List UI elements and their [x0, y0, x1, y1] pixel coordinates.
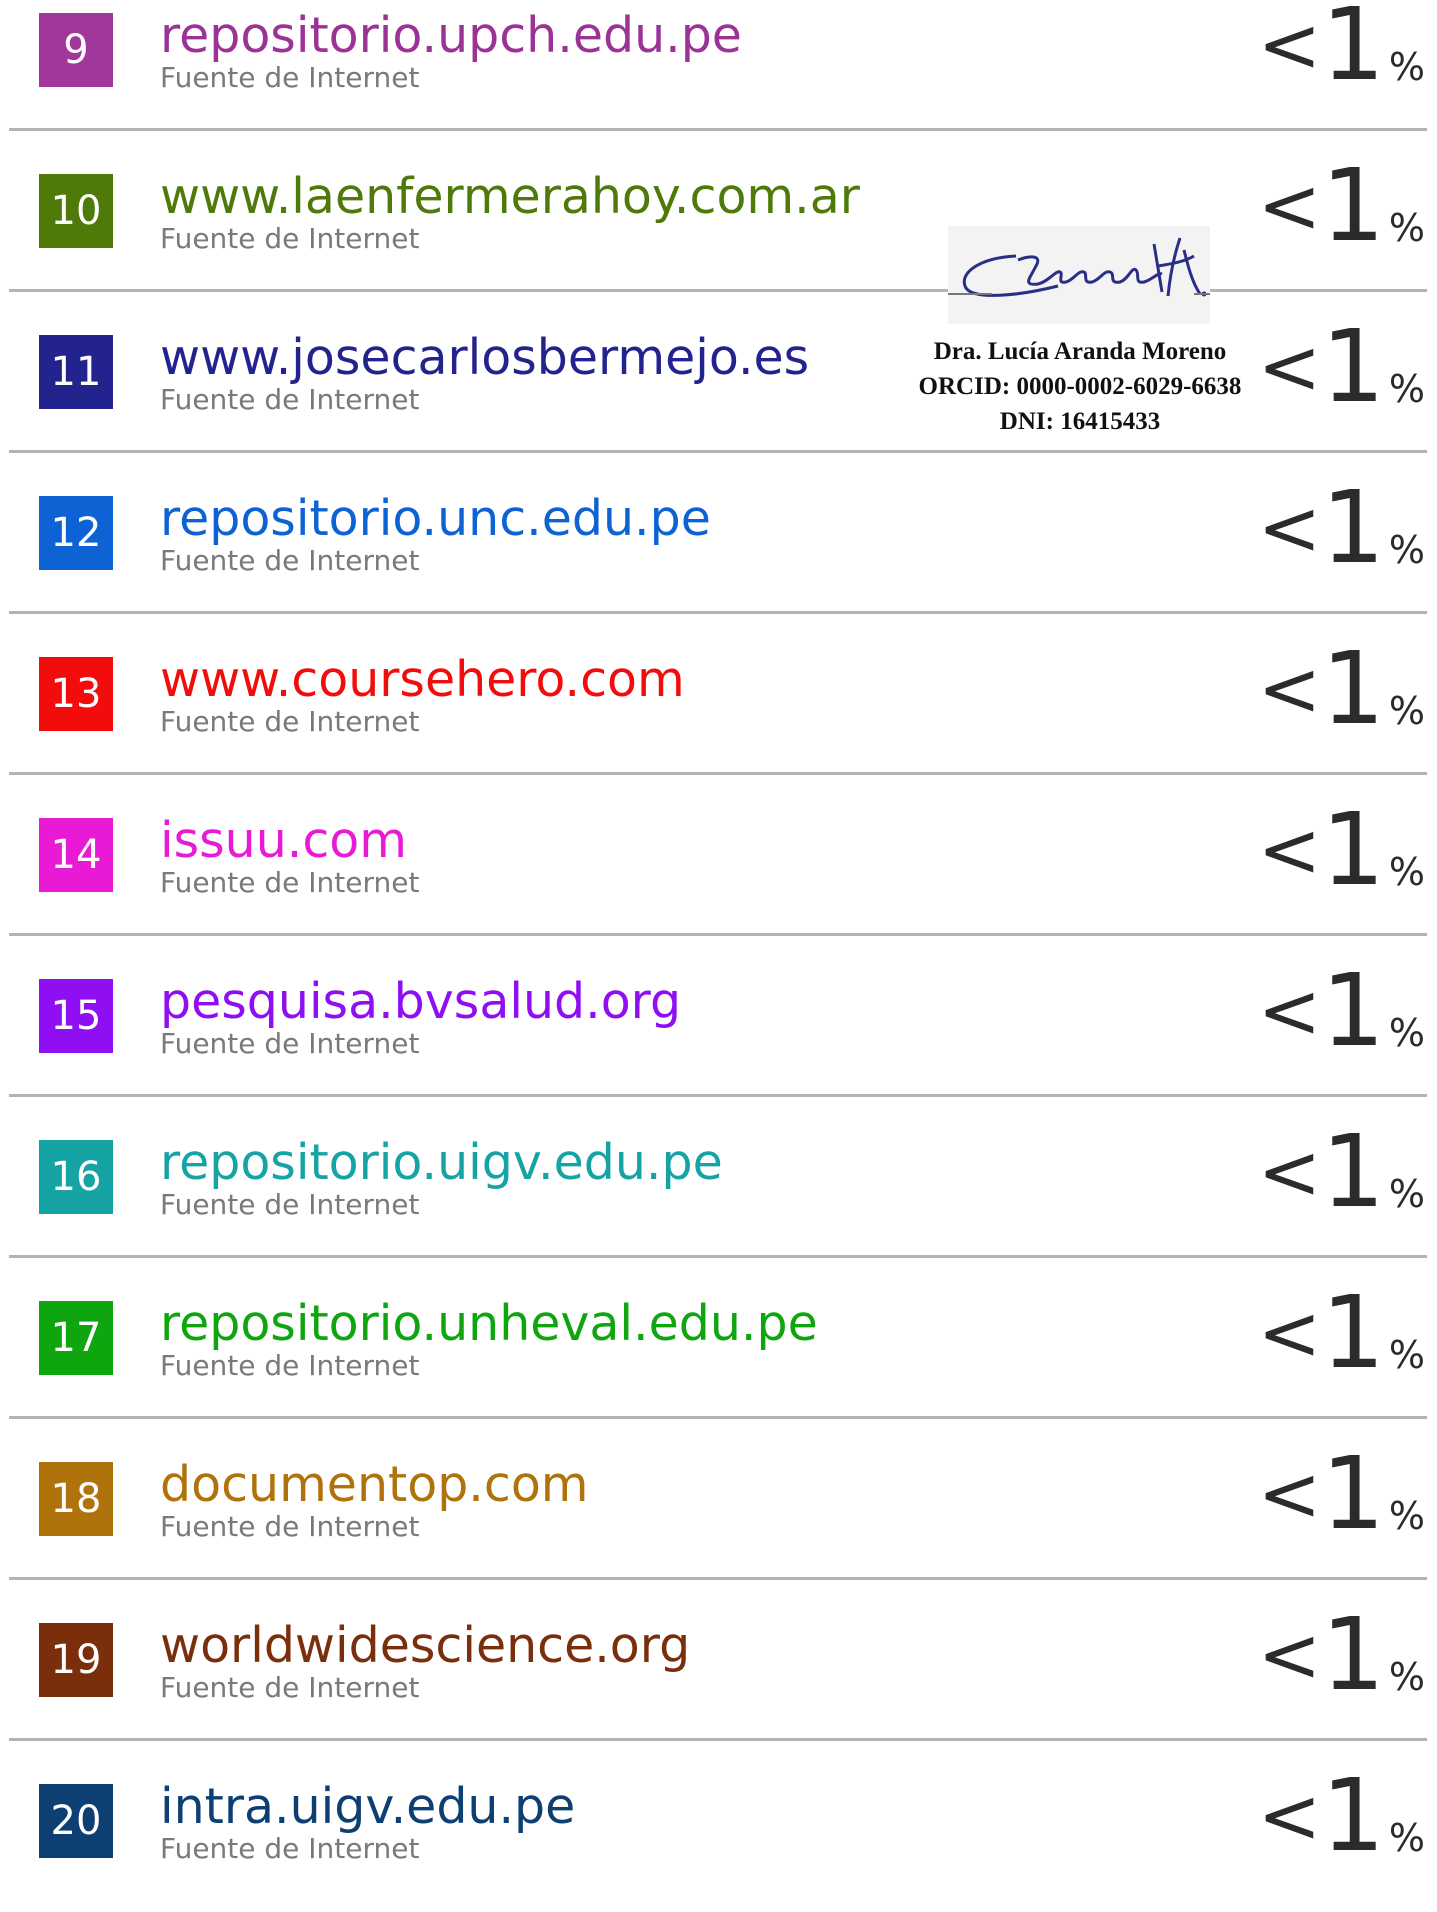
source-link[interactable]: repositorio.unc.edu.pe	[160, 491, 711, 547]
signature-block: Dra. Lucía Aranda Moreno ORCID: 0000-000…	[880, 226, 1280, 436]
percent-symbol: %	[1388, 1816, 1425, 1860]
source-link[interactable]: repositorio.unheval.edu.pe	[160, 1296, 818, 1352]
percent-symbol: %	[1388, 1655, 1425, 1699]
source-number-badge: 13	[39, 657, 113, 731]
match-percentage: <1%	[1258, 478, 1425, 578]
source-number-badge: 19	[39, 1623, 113, 1697]
source-link[interactable]: pesquisa.bvsalud.org	[160, 974, 681, 1030]
match-percentage: <1%	[1258, 0, 1425, 95]
percent-symbol: %	[1388, 850, 1425, 894]
signer-name: Dra. Lucía Aranda Moreno	[933, 338, 1227, 365]
percentage-value: <1	[1257, 1757, 1385, 1874]
percentage-value: <1	[1257, 1435, 1385, 1552]
percentage-value: <1	[1257, 0, 1385, 103]
source-link[interactable]: worldwidescience.org	[160, 1618, 690, 1674]
source-number-badge: 15	[39, 979, 113, 1053]
match-percentage: <1%	[1258, 1444, 1425, 1544]
percent-symbol: %	[1388, 1333, 1425, 1377]
source-number-badge: 17	[39, 1301, 113, 1375]
source-row: 9 repositorio.upch.edu.pe Fuente de Intern…	[0, 0, 1437, 141]
source-type-label: Fuente de Internet	[160, 1349, 420, 1382]
source-link[interactable]: www.laenfermerahoy.com.ar	[160, 169, 860, 225]
row-divider	[9, 1094, 1427, 1097]
source-number-badge: 10	[39, 174, 113, 248]
percentage-value: <1	[1257, 469, 1385, 586]
percent-symbol: %	[1388, 1172, 1425, 1216]
match-percentage: <1%	[1258, 639, 1425, 739]
source-number-badge: 16	[39, 1140, 113, 1214]
source-row: 16 repositorio.uigv.edu.pe Fuente de Inter…	[0, 1107, 1437, 1268]
source-row: 19 worldwidescience.org Fuente de Internet…	[0, 1590, 1437, 1751]
row-divider	[9, 933, 1427, 936]
source-link[interactable]: repositorio.uigv.edu.pe	[160, 1135, 723, 1191]
percent-symbol: %	[1388, 689, 1425, 733]
source-row: 18 documentop.com Fuente de Internet <1%	[0, 1429, 1437, 1590]
row-divider	[9, 128, 1427, 131]
percent-symbol: %	[1388, 45, 1425, 89]
match-percentage: <1%	[1258, 800, 1425, 900]
percentage-value: <1	[1257, 1113, 1385, 1230]
source-number-badge: 11	[39, 335, 113, 409]
source-type-label: Fuente de Internet	[160, 1188, 420, 1221]
source-type-label: Fuente de Internet	[160, 866, 420, 899]
source-row: 14 issuu.com Fuente de Internet <1%	[0, 785, 1437, 946]
handwritten-signature	[948, 226, 1210, 324]
source-type-label: Fuente de Internet	[160, 383, 420, 416]
source-row: 20 intra.uigv.edu.pe Fuente de Internet <1%	[0, 1751, 1437, 1912]
source-type-label: Fuente de Internet	[160, 61, 420, 94]
source-row: 12 repositorio.unc.edu.pe Fuente de Intern…	[0, 463, 1437, 624]
source-link[interactable]: issuu.com	[160, 813, 407, 869]
match-percentage: <1%	[1258, 1283, 1425, 1383]
percentage-value: <1	[1257, 952, 1385, 1069]
signer-orcid: ORCID: 0000-0002-6029-6638	[918, 373, 1242, 400]
source-link[interactable]: documentop.com	[160, 1457, 589, 1513]
percent-symbol: %	[1388, 528, 1425, 572]
match-percentage: <1%	[1258, 961, 1425, 1061]
source-type-label: Fuente de Internet	[160, 705, 420, 738]
percent-symbol: %	[1388, 1011, 1425, 1055]
row-divider	[9, 772, 1427, 775]
source-number-badge: 20	[39, 1784, 113, 1858]
match-percentage: <1%	[1258, 156, 1425, 256]
source-row: 15 pesquisa.bvsalud.org Fuente de Internet…	[0, 946, 1437, 1107]
row-divider	[9, 611, 1427, 614]
percent-symbol: %	[1388, 206, 1425, 250]
source-type-label: Fuente de Internet	[160, 1671, 420, 1704]
source-type-label: Fuente de Internet	[160, 1510, 420, 1543]
source-link[interactable]: repositorio.upch.edu.pe	[160, 8, 742, 64]
percent-symbol: %	[1388, 367, 1425, 411]
source-row: 17 repositorio.unheval.edu.pe Fuente de In…	[0, 1268, 1437, 1429]
match-percentage: <1%	[1258, 1122, 1425, 1222]
source-link[interactable]: www.coursehero.com	[160, 652, 685, 708]
source-number-badge: 9	[39, 13, 113, 87]
source-type-label: Fuente de Internet	[160, 222, 420, 255]
row-divider	[9, 1738, 1427, 1741]
source-link[interactable]: intra.uigv.edu.pe	[160, 1779, 575, 1835]
match-percentage: <1%	[1258, 1605, 1425, 1705]
row-divider	[9, 1255, 1427, 1258]
percentage-value: <1	[1257, 630, 1385, 747]
match-percentage: <1%	[1258, 317, 1425, 417]
percent-symbol: %	[1388, 1494, 1425, 1538]
source-type-label: Fuente de Internet	[160, 1832, 420, 1865]
source-type-label: Fuente de Internet	[160, 1027, 420, 1060]
match-percentage: <1%	[1258, 1766, 1425, 1866]
percentage-value: <1	[1257, 1596, 1385, 1713]
percentage-value: <1	[1257, 1274, 1385, 1391]
source-number-badge: 12	[39, 496, 113, 570]
source-type-label: Fuente de Internet	[160, 544, 420, 577]
percentage-value: <1	[1257, 791, 1385, 908]
row-divider	[9, 1577, 1427, 1580]
row-divider	[9, 450, 1427, 453]
row-divider	[9, 1416, 1427, 1419]
signer-dni: DNI: 16415433	[999, 408, 1161, 435]
source-link[interactable]: www.josecarlosbermejo.es	[160, 330, 809, 386]
source-row: 13 www.coursehero.com Fuente de Internet <1…	[0, 624, 1437, 785]
source-number-badge: 18	[39, 1462, 113, 1536]
source-number-badge: 14	[39, 818, 113, 892]
